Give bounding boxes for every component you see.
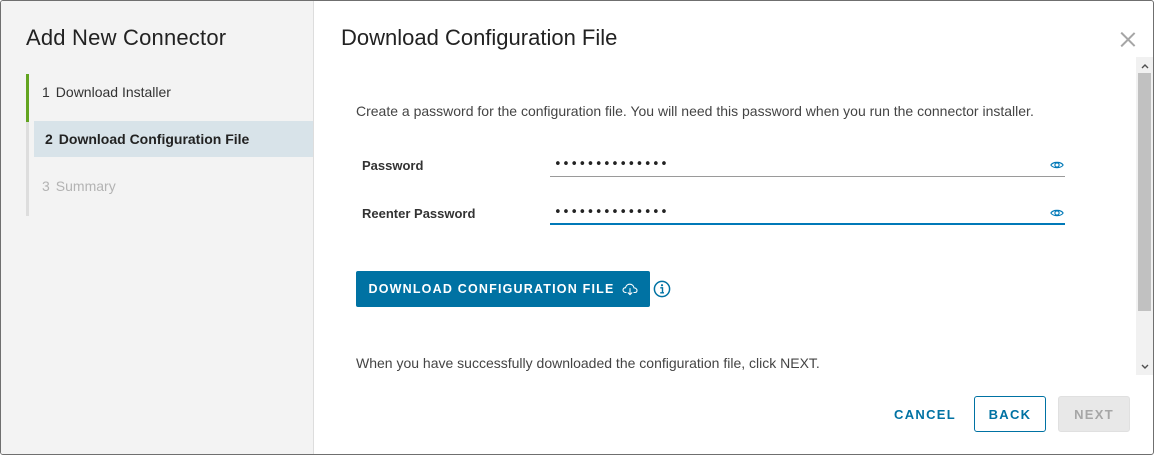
step-label: Download Installer (55, 84, 171, 100)
content-scrollbar[interactable] (1136, 57, 1153, 375)
wizard-step-list: 1 Download Installer 2 Download Configur… (26, 74, 313, 216)
page-title: Download Configuration File (341, 25, 618, 50)
download-configuration-file-button[interactable]: DOWNLOAD CONFIGURATION FILE (356, 271, 650, 307)
password-input[interactable] (550, 153, 1030, 175)
scroll-down-arrow-icon[interactable] (1136, 358, 1153, 375)
step-label: Download Configuration File (58, 131, 250, 147)
password-field-wrapper (550, 153, 1065, 177)
step-label: Summary (55, 178, 116, 194)
wizard-title: Add New Connector (26, 25, 227, 50)
next-button: NEXT (1058, 396, 1130, 432)
eye-icon[interactable] (1050, 158, 1064, 172)
intro-text: Create a password for the configuration … (356, 103, 1034, 119)
info-icon[interactable] (653, 280, 671, 298)
add-connector-dialog: Add New Connector 1 Download Installer 2… (0, 0, 1154, 455)
reenter-password-label: Reenter Password (362, 206, 476, 221)
scroll-up-arrow-icon[interactable] (1136, 57, 1153, 74)
password-label: Password (362, 158, 424, 173)
download-button-label: DOWNLOAD CONFIGURATION FILE (368, 282, 615, 296)
step-number: 3 (42, 178, 50, 194)
step-number: 1 (42, 84, 50, 100)
step-number: 2 (45, 131, 53, 147)
wizard-content: Download Configuration File Create a pas… (314, 1, 1153, 454)
reenter-password-input[interactable] (550, 201, 1030, 223)
wizard-step-summary: 3 Summary (26, 168, 313, 204)
reenter-password-field-wrapper (550, 201, 1065, 225)
next-instructions-text: When you have successfully downloaded th… (356, 355, 820, 371)
eye-icon[interactable] (1050, 206, 1064, 220)
close-icon[interactable] (1118, 29, 1138, 49)
back-button[interactable]: BACK (974, 396, 1046, 432)
scrollbar-thumb[interactable] (1138, 73, 1151, 311)
wizard-step-download-installer[interactable]: 1 Download Installer (26, 74, 313, 110)
wizard-nav: Add New Connector 1 Download Installer 2… (1, 1, 314, 454)
cancel-button[interactable]: CANCEL (886, 396, 964, 432)
wizard-step-download-configuration-file[interactable]: 2 Download Configuration File (34, 121, 313, 157)
cloud-download-icon (621, 283, 638, 296)
